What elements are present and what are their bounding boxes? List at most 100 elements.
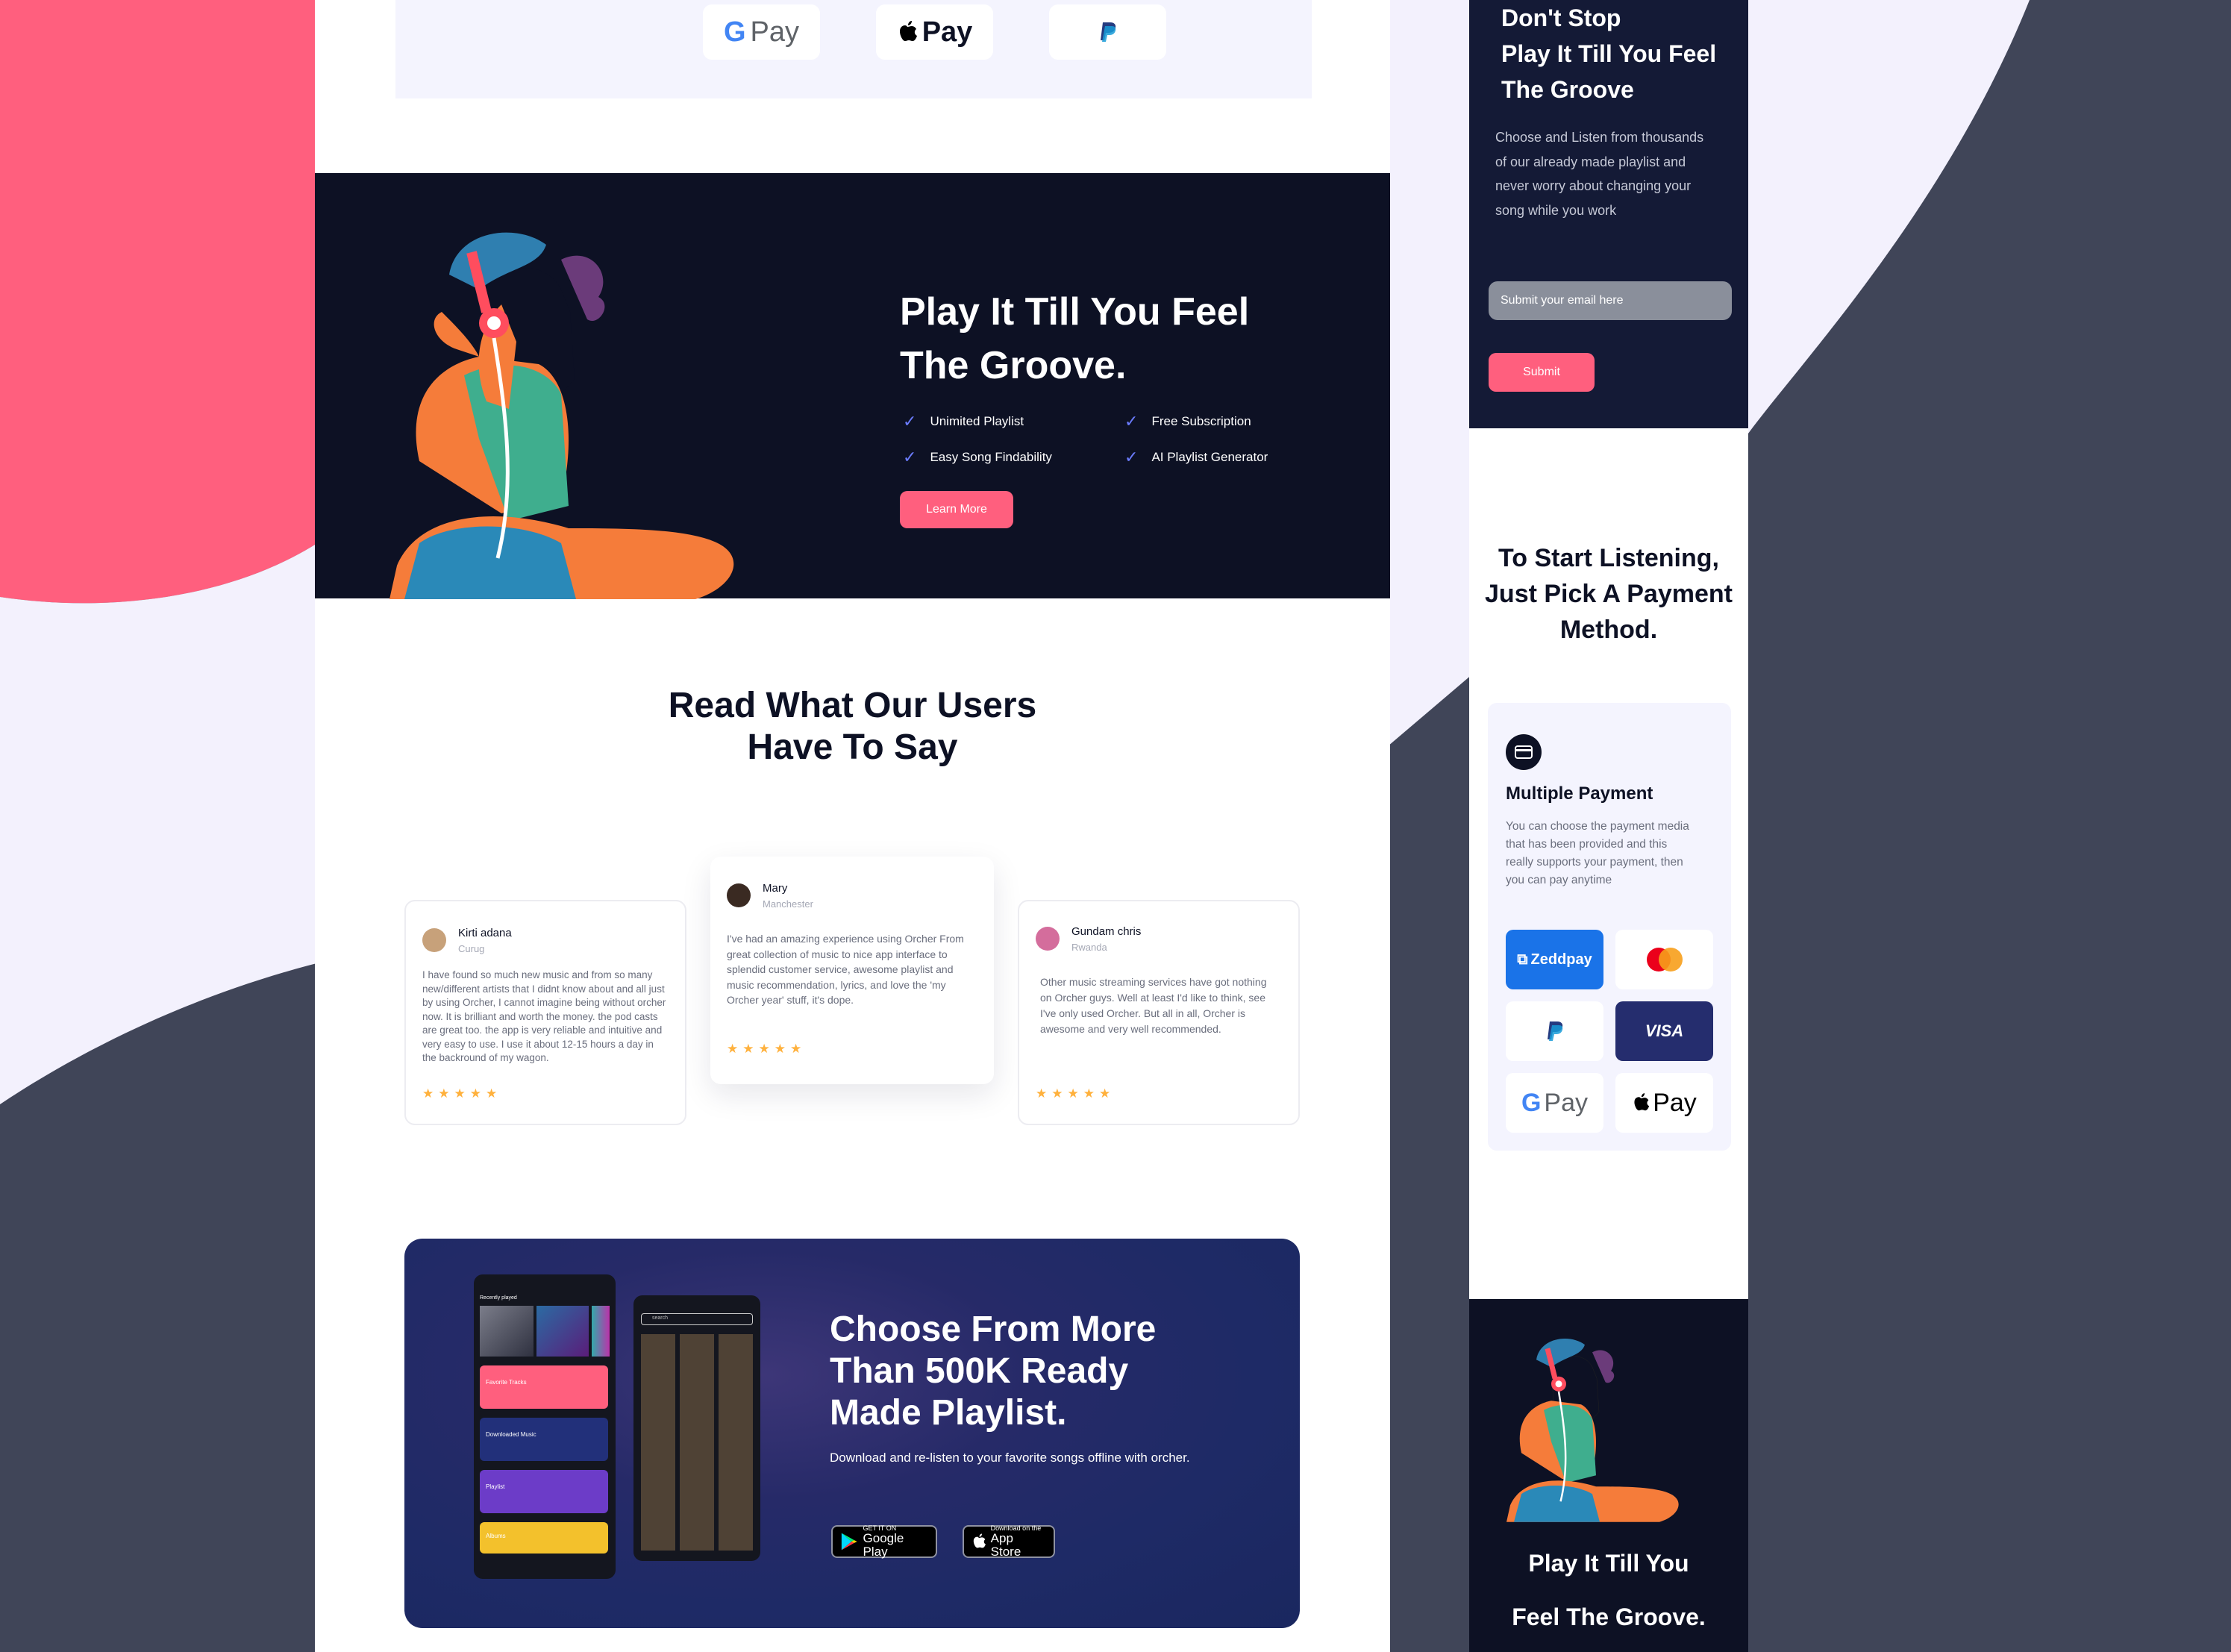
app-store-big: App Store [990,1531,1021,1559]
review-text: I have found so much new music and from … [422,969,666,1063]
google-play-badge[interactable]: GET IT ON Google Play [831,1524,937,1559]
hero-title: Play It Till You Feel The Groove. [900,285,1288,392]
paypal-icon [1100,22,1116,42]
downloaded-music-card[interactable]: Downloaded Music [480,1418,608,1461]
rating-stars: ★★★★★ [727,1042,807,1056]
review-card: Kirti adana Curug I have found so much n… [404,900,686,1125]
reviewer-name: Gundam chris [1071,925,1142,938]
avatar [422,928,446,952]
phone-header: Recently played [480,1295,517,1301]
reviewer-location: Manchester [763,898,813,910]
app-store-badge[interactable]: Download on the App Store [963,1524,1055,1559]
hero-title-line2: The Groove. [900,344,1127,387]
mobile-bottom-line2: Feel The Groove. [1512,1603,1706,1630]
payment-strip: G Pay Pay [395,0,1312,98]
desktop-page: G Pay Pay Play It Till You Feel The Groo… [315,0,1390,1652]
playlist-card[interactable]: Playlist [480,1470,608,1513]
reviewer-name: Mary [763,882,788,895]
visa-tile[interactable]: VISA [1615,1001,1713,1061]
paypal-button[interactable] [1049,4,1166,60]
feature-free-subscription: ✓ Free Subscription [1124,413,1251,430]
review-card: Gundam chris Rwanda Other music streamin… [1018,900,1300,1125]
rating-stars: ★★★★★ [422,1086,502,1101]
paypal-icon [1547,1021,1562,1041]
review-text: Other music streaming services have got … [1040,976,1267,1035]
zeddpay-icon: ⧉ [1517,951,1528,968]
zeddpay-tile[interactable]: ⧉ Zeddpay [1506,930,1603,989]
check-icon: ✓ [903,412,917,431]
mastercard-icon [1646,948,1683,972]
paypal-tile[interactable] [1506,1001,1603,1061]
apple-icon [973,1533,986,1548]
payment-title-line1: To Start Listening, [1498,544,1719,572]
download-banner: Recently played Favorite Tracks Download… [404,1239,1300,1628]
download-title-line2: Than 500K Ready [830,1351,1129,1391]
google-play-big: Google Play [863,1531,904,1559]
feature-label: AI Playlist Generator [1151,450,1268,464]
reviewer-location: Rwanda [1071,942,1107,953]
reviewer-location: Curug [458,943,485,954]
phone-search-field[interactable]: search [641,1313,753,1325]
phone-mockup-search: search [633,1295,760,1561]
check-icon: ✓ [1124,448,1139,466]
google-pay-tile[interactable]: G Pay [1506,1073,1603,1133]
mobile-bottom-section: Play It Till You Feel The Groove. [1469,1299,1748,1652]
listener-illustration [1506,1339,1679,1522]
mobile-hero-line1: Don't Stop [1501,4,1621,31]
hero-section: Play It Till You Feel The Groove. ✓ Unimi… [315,173,1390,599]
download-title-line1: Choose From More [830,1310,1157,1349]
feature-label: Unimited Playlist [930,414,1024,428]
learn-more-button[interactable]: Learn More [900,491,1013,528]
albums-card[interactable]: Albums [480,1522,608,1554]
google-pay-label: Pay [750,16,800,48]
card-icon [1506,734,1542,770]
listener-illustration [389,232,734,599]
payment-title-line2: Just Pick A Payment [1485,580,1733,608]
google-pay-button[interactable]: G Pay [703,4,820,60]
mobile-bottom-line1: Play It Till You [1528,1550,1689,1577]
panel-title: Multiple Payment [1506,783,1653,804]
apple-pay-label: Pay [922,16,973,48]
email-input[interactable]: Submit your email here [1489,281,1732,320]
download-title-line3: Made Playlist. [830,1393,1067,1433]
review-card: Mary Manchester I've had an amazing expe… [710,857,994,1084]
panel-text: You can choose the payment media that ha… [1506,820,1689,886]
download-title: Choose From More Than 500K Ready Made Pl… [830,1309,1218,1434]
feature-label: Free Subscription [1151,414,1251,428]
testimonials-title-line2: Have To Say [747,728,958,767]
apple-pay-tile[interactable]: Pay [1615,1073,1713,1133]
phone-mockup-library: Recently played Favorite Tracks Download… [474,1274,616,1579]
apple-pay-label: Pay [1653,1088,1697,1117]
avatar [727,883,751,907]
check-icon: ✓ [1124,412,1139,431]
payment-title: To Start Listening, Just Pick A Payment … [1469,540,1748,648]
feature-unlimited-playlist: ✓ Unimited Playlist [903,413,1024,430]
check-icon: ✓ [903,448,917,466]
apple-icon [1634,1093,1650,1111]
mobile-hero-line3: The Groove [1501,76,1634,103]
payment-panel: Multiple Payment You can choose the paym… [1488,703,1731,1151]
submit-button[interactable]: Submit [1489,353,1595,392]
mobile-hero: Don't Stop Play It Till You Feel The Gro… [1469,0,1748,428]
avatar [1036,927,1060,951]
apple-pay-button[interactable]: Pay [876,4,993,60]
google-g-icon: G [1521,1088,1542,1117]
feature-label: Easy Song Findability [930,450,1052,464]
payment-title-line3: Method. [1559,616,1658,644]
google-g-icon: G [723,16,746,48]
mobile-page: Don't Stop Play It Till You Feel The Gro… [1469,0,1748,1652]
favorite-tracks-card[interactable]: Favorite Tracks [480,1365,608,1409]
mastercard-tile[interactable] [1615,930,1713,989]
apple-icon [899,21,917,41]
testimonials-title-line1: Read What Our Users [668,686,1037,725]
feature-ai-playlist: ✓ AI Playlist Generator [1124,449,1268,466]
review-text: I've had an amazing experience using Orc… [727,933,964,1006]
rating-stars: ★★★★★ [1036,1086,1116,1101]
google-pay-label: Pay [1544,1088,1589,1117]
mobile-hero-text: Choose and Listen from thousands of our … [1495,130,1704,218]
reviewer-name: Kirti adana [458,927,512,939]
google-play-icon [841,1533,857,1551]
zeddpay-label: Zeddpay [1530,951,1592,968]
testimonials-title: Read What Our Users Have To Say [315,685,1390,769]
mobile-hero-title: Don't Stop Play It Till You Feel The Gro… [1501,0,1740,107]
